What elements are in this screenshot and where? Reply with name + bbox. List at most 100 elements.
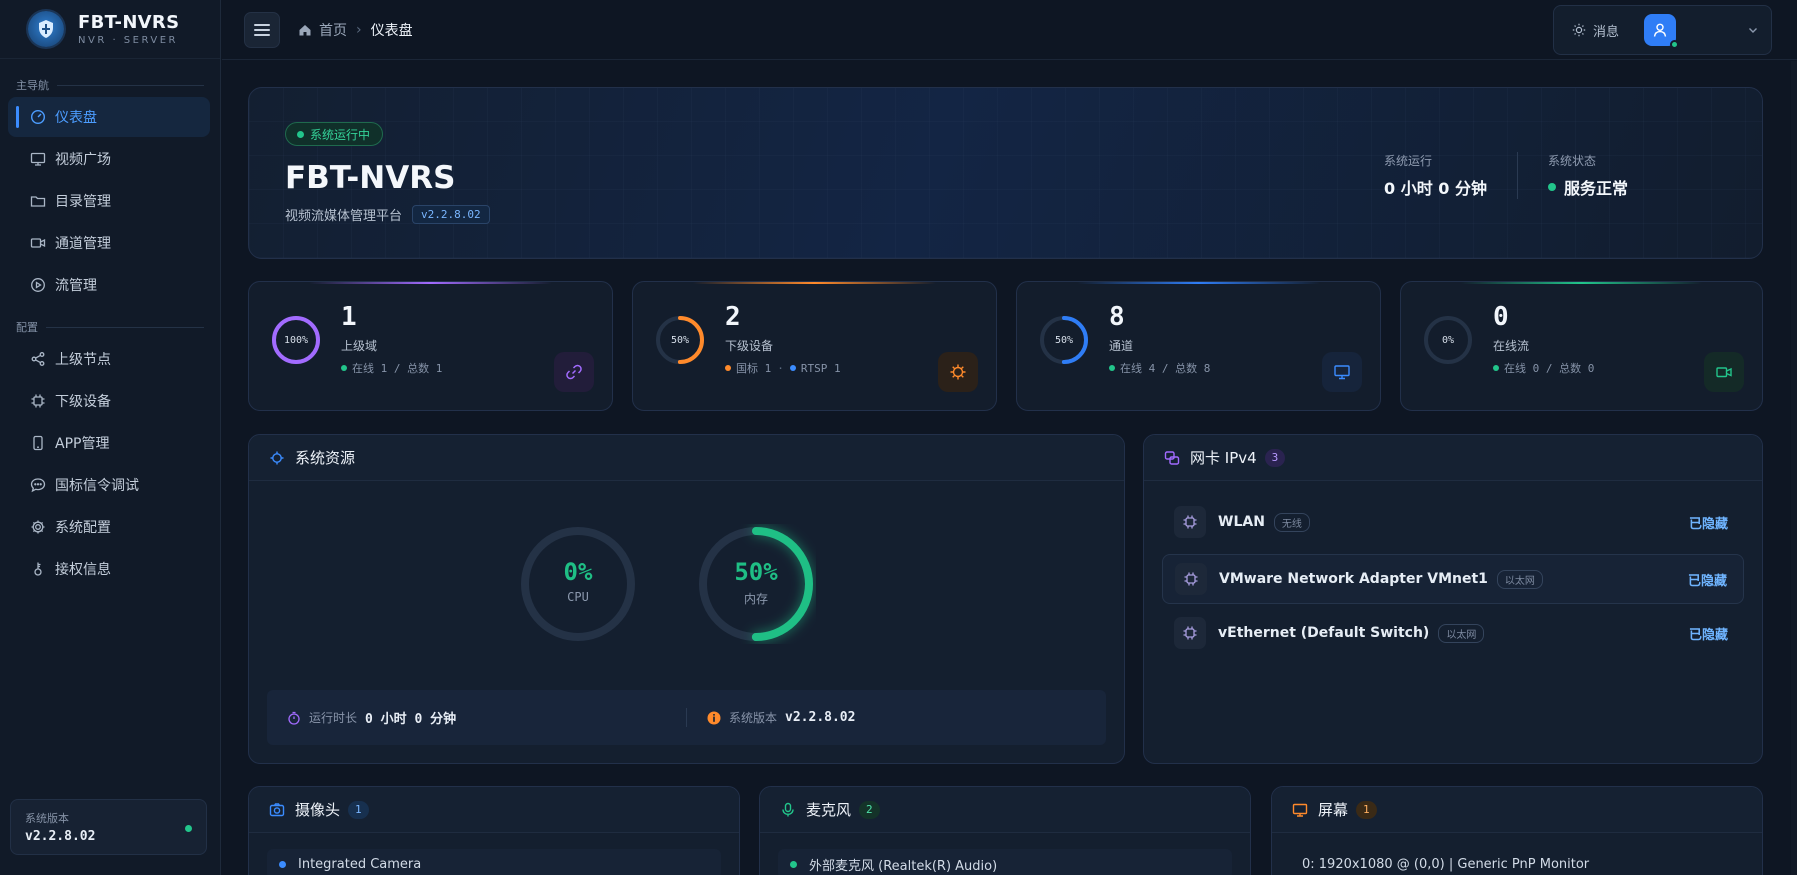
camera-name: Integrated Camera: [298, 856, 422, 872]
sidebar-item-label: 仪表盘: [55, 110, 97, 126]
hero-subtitle: 视频流媒体管理平台 v2.2.8.02: [285, 205, 490, 224]
uptime-label: 运行时长: [309, 711, 358, 725]
sidebar-item-label: 接权信息: [55, 562, 111, 578]
chip-icon: [1174, 617, 1206, 649]
list-item[interactable]: Integrated Camera: [267, 849, 721, 875]
sidebar-item-label: 目录管理: [55, 194, 111, 210]
progress-percent: 100%: [283, 334, 309, 346]
nic-type-badge: 以太网: [1438, 623, 1485, 643]
sidebar-item-system-config[interactable]: 系统配置: [8, 507, 210, 547]
chip-icon: [1175, 563, 1207, 595]
main-content: 系统运行中 FBT-NVRS 视频流媒体管理平台 v2.2.8.02 系统运行 …: [222, 61, 1797, 875]
nic-row[interactable]: VMware Network Adapter VMnet1 以太网 已隐藏: [1162, 554, 1744, 604]
stat-card-online-streams[interactable]: 0% 0 在线流 在线 0 / 总数 0: [1400, 281, 1763, 411]
sidebar-item-channels[interactable]: 通道管理: [8, 223, 210, 263]
nav-group-main: 主导航: [0, 75, 220, 95]
progress-percent: 50%: [670, 334, 690, 346]
avatar[interactable]: [1644, 14, 1680, 49]
panel-title: 网卡 IPv4: [1190, 449, 1257, 467]
version-label: 系统版本: [729, 711, 778, 725]
uptime-value: 0 小时 0 分钟: [365, 712, 457, 727]
hero-state-value: 服务正常: [1547, 175, 1628, 199]
nav-group-config: 配置: [0, 317, 220, 337]
folder-icon: [30, 196, 46, 207]
count-badge: 1: [348, 800, 369, 819]
sidebar-item-upper-nodes[interactable]: 上级节点: [8, 339, 210, 379]
gear-icon: [31, 520, 45, 534]
sidebar-item-dashboard[interactable]: 仪表盘: [8, 97, 210, 137]
nic-visibility-toggle[interactable]: 已隐藏: [1689, 513, 1728, 532]
hero-uptime-label: 系统运行: [1384, 154, 1433, 168]
panel-header: 麦克风 2: [760, 787, 1250, 833]
list-item[interactable]: 0: 1920x1080 @ (0,0) | Generic PnP Monit…: [1290, 849, 1744, 875]
home-icon: [299, 24, 311, 35]
stat-value: 1: [341, 302, 357, 332]
sidebar-item-app-management[interactable]: APP管理: [8, 423, 210, 463]
sidebar-item-label: APP管理: [55, 436, 110, 452]
messages-button[interactable]: 消息: [1572, 21, 1619, 40]
count-badge: 1: [1356, 800, 1377, 819]
video-camera-icon: [1704, 352, 1744, 392]
version-tag: v2.2.8.02: [412, 205, 490, 224]
brand[interactable]: FBT-NVRS NVR · SERVER: [0, 0, 220, 59]
nic-row[interactable]: vEthernet (Default Switch) 以太网 已隐藏: [1162, 608, 1744, 658]
stat-name: 上级域: [341, 339, 378, 353]
sidebar-version-value: v2.2.8.02: [25, 829, 96, 844]
shield-logo-icon: [28, 11, 64, 47]
breadcrumb-home[interactable]: 首页: [319, 20, 347, 40]
hamburger-icon: [254, 23, 270, 36]
status-online-dot: [185, 825, 192, 832]
chat-icon: [30, 478, 46, 493]
online-status-dot: [1670, 40, 1680, 49]
breadcrumb-current: 仪表盘: [370, 22, 413, 39]
progress-ring: 100%: [271, 315, 321, 365]
sun-icon: [1572, 23, 1586, 37]
memory-gauge: 50% 内存: [696, 524, 816, 644]
nic-name: vEthernet (Default Switch): [1218, 625, 1430, 641]
cpu-label: CPU: [567, 590, 589, 604]
stat-card-channels[interactable]: 50% 8 通道 在线 4 / 总数 8: [1016, 281, 1381, 411]
chip-icon: [31, 394, 45, 408]
progress-ring: 0%: [1423, 315, 1473, 365]
nic-name: WLAN: [1218, 514, 1265, 530]
sidebar-item-label: 上级节点: [55, 352, 111, 368]
scrollbar[interactable]: [1791, 61, 1797, 875]
sidebar-item-label: 流管理: [55, 278, 97, 294]
chevron-down-icon[interactable]: [1747, 24, 1759, 36]
panel-title: 麦克风: [806, 801, 852, 819]
sidebar-item-label: 下级设备: [55, 394, 111, 410]
stopwatch-icon: [288, 711, 300, 725]
user-icon: [1653, 23, 1667, 37]
info-icon: [707, 711, 721, 724]
cpu-icon: [270, 451, 284, 464]
sidebar-item-gb-debug[interactable]: 国标信令调试: [8, 465, 210, 505]
sidebar-item-streams[interactable]: 流管理: [8, 265, 210, 305]
user-toolbar: 消息: [1553, 5, 1772, 55]
chip-icon: [938, 352, 978, 392]
stat-name: 在线流: [1493, 339, 1530, 353]
menu-toggle-button[interactable]: [244, 11, 280, 48]
messages-label: 消息: [1593, 24, 1620, 40]
stat-card-lower-devices[interactable]: 50% 2 下级设备 国标 1 · RTSP 1: [632, 281, 997, 411]
camera-icon: [269, 802, 285, 816]
sidebar-version-card: 系统版本 v2.2.8.02: [10, 799, 207, 855]
stat-subline: 在线 4 / 总数 8: [1109, 360, 1210, 376]
microphones-panel: 麦克风 2 外部麦克风 (Realtek(R) Audio): [759, 786, 1251, 875]
nic-visibility-toggle[interactable]: 已隐藏: [1688, 570, 1727, 589]
progress-percent: 50%: [1054, 334, 1074, 346]
sidebar-item-catalog[interactable]: 目录管理: [8, 181, 210, 221]
sidebar-item-lower-devices[interactable]: 下级设备: [8, 381, 210, 421]
list-item[interactable]: 外部麦克风 (Realtek(R) Audio): [778, 849, 1232, 875]
count-badge: 2: [859, 800, 880, 819]
nic-visibility-toggle[interactable]: 已隐藏: [1689, 624, 1728, 643]
stat-name: 通道: [1109, 339, 1134, 353]
hero-uptime-value: 0 小时 0 分钟: [1384, 179, 1487, 198]
stat-subline: 在线 1 / 总数 1: [341, 360, 442, 376]
count-badge: 3: [1264, 448, 1286, 467]
sidebar-item-video-plaza[interactable]: 视频广场: [8, 139, 210, 179]
hero-state-label: 系统状态: [1547, 154, 1596, 168]
nic-type-badge: 无线: [1273, 512, 1310, 532]
stat-card-upper-domain[interactable]: 100% 1 上级域 在线 1 / 总数 1: [248, 281, 613, 411]
sidebar-item-license[interactable]: 接权信息: [8, 549, 210, 589]
nic-row[interactable]: WLAN 无线 已隐藏: [1162, 497, 1744, 547]
